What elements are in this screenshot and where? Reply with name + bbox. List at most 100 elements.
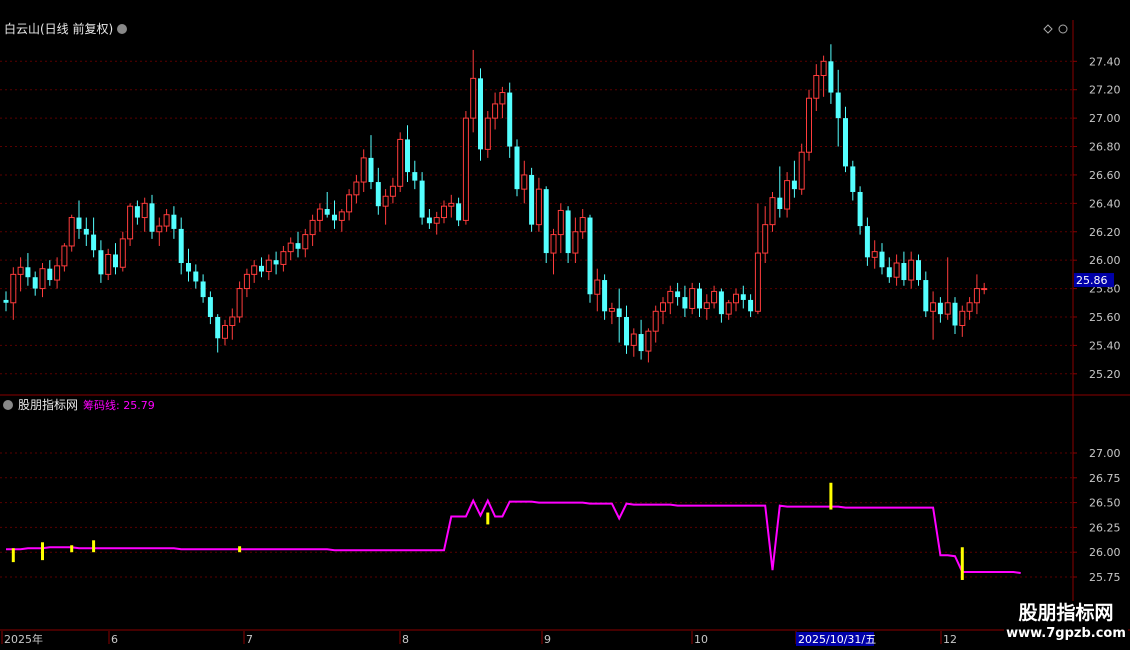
candle-body-down[interactable] xyxy=(83,228,89,235)
candle-body-up[interactable] xyxy=(689,288,696,309)
candle-body-down[interactable] xyxy=(952,302,958,326)
candle-body-down[interactable] xyxy=(215,316,221,339)
candle-body-down[interactable] xyxy=(791,180,797,190)
candle-body-up[interactable] xyxy=(360,157,367,183)
candle-body-up[interactable] xyxy=(652,310,659,332)
candle-body-up[interactable] xyxy=(813,75,820,99)
candle-body-up[interactable] xyxy=(769,197,776,226)
candle-body-down[interactable] xyxy=(412,172,418,181)
candle-body-up[interactable] xyxy=(667,290,674,304)
candle-body-down[interactable] xyxy=(864,226,870,258)
candle-body-up[interactable] xyxy=(127,205,134,240)
candle-body-up[interactable] xyxy=(346,194,353,213)
candle-body-up[interactable] xyxy=(265,259,272,273)
candle-body-up[interactable] xyxy=(470,77,477,119)
candle-body-up[interactable] xyxy=(222,325,228,339)
candle-body-down[interactable] xyxy=(113,254,118,268)
candle-body-down[interactable] xyxy=(98,250,104,275)
candle-body-up[interactable] xyxy=(353,181,360,196)
candle-body-down[interactable] xyxy=(368,157,374,183)
candle-body-down[interactable] xyxy=(273,260,279,265)
candle-body-up[interactable] xyxy=(871,251,878,258)
candle-body-up[interactable] xyxy=(893,262,900,278)
candle-body-down[interactable] xyxy=(937,302,943,315)
candle-body-up[interactable] xyxy=(645,330,652,352)
candle-body-up[interactable] xyxy=(68,217,75,247)
candle-body-down[interactable] xyxy=(879,251,885,268)
candle-body-up[interactable] xyxy=(433,217,440,224)
candle-body-down[interactable] xyxy=(149,203,155,232)
candle-body-down[interactable] xyxy=(740,294,746,300)
candle-body-up[interactable] xyxy=(302,234,309,250)
candle-body-up[interactable] xyxy=(229,316,236,327)
candle-body-down[interactable] xyxy=(529,174,535,225)
candle-body-down[interactable] xyxy=(186,263,191,272)
candle-body-down[interactable] xyxy=(850,166,856,192)
candle-body-down[interactable] xyxy=(923,280,929,312)
candle-body-up[interactable] xyxy=(338,211,345,221)
candle-body-up[interactable] xyxy=(572,231,579,254)
candle-body-down[interactable] xyxy=(375,182,381,207)
candle-body-up[interactable] xyxy=(441,205,447,219)
candle-body-up[interactable] xyxy=(39,268,46,290)
candle-body-down[interactable] xyxy=(456,203,462,221)
candle-body-down[interactable] xyxy=(507,92,513,147)
candle-body-down[interactable] xyxy=(47,268,53,281)
candle-body-up[interactable] xyxy=(382,195,389,207)
candle-body-up[interactable] xyxy=(141,202,148,219)
candle-body-up[interactable] xyxy=(798,151,805,190)
candle-body-up[interactable] xyxy=(820,60,827,77)
candle-body-up[interactable] xyxy=(251,265,258,275)
candle-body-down[interactable] xyxy=(675,291,681,298)
candle-body-down[interactable] xyxy=(207,297,213,317)
candle-body-up[interactable] xyxy=(608,307,615,312)
candle-body-up[interactable] xyxy=(535,188,542,226)
candle-body-down[interactable] xyxy=(514,146,520,190)
candle-body-down[interactable] xyxy=(835,92,841,119)
candle-body-down[interactable] xyxy=(193,271,199,282)
chevron-down-icon[interactable] xyxy=(117,24,127,34)
candle-body-up[interactable] xyxy=(557,209,564,236)
candle-body-down[interactable] xyxy=(565,210,571,254)
candle-body-up[interactable] xyxy=(594,279,601,295)
candle-body-up[interactable] xyxy=(61,245,68,267)
candle-body-down[interactable] xyxy=(332,214,337,221)
candle-body-up[interactable] xyxy=(521,174,528,190)
candle-body-up[interactable] xyxy=(784,180,791,210)
candle-body-down[interactable] xyxy=(624,316,629,346)
candle-body-up[interactable] xyxy=(630,333,637,346)
candle-body-up[interactable] xyxy=(711,290,718,304)
candle-body-down[interactable] xyxy=(697,288,702,309)
candle-body-up[interactable] xyxy=(54,265,61,281)
candle-body-down[interactable] xyxy=(843,118,848,167)
candle-body-down[interactable] xyxy=(777,197,783,210)
candle-body-up[interactable] xyxy=(579,217,586,233)
candle-body-down[interactable] xyxy=(602,280,608,312)
candle-body-up[interactable] xyxy=(944,302,951,315)
candle-body-down[interactable] xyxy=(901,263,907,281)
candle-body-up[interactable] xyxy=(105,253,112,275)
candle-body-up[interactable] xyxy=(660,302,666,312)
candle-body-down[interactable] xyxy=(178,228,184,264)
candle-body-down[interactable] xyxy=(916,260,921,281)
candle-body-down[interactable] xyxy=(857,191,863,227)
candle-body-down[interactable] xyxy=(134,206,140,218)
candle-body-down[interactable] xyxy=(828,61,834,93)
candle-body-down[interactable] xyxy=(419,180,425,218)
candle-body-up[interactable] xyxy=(397,138,404,187)
candle-body-down[interactable] xyxy=(91,234,97,251)
candle-body-up[interactable] xyxy=(550,234,557,254)
candle-body-up[interactable] xyxy=(754,252,761,312)
candle-body-up[interactable] xyxy=(316,208,323,221)
candle-body-up[interactable] xyxy=(156,225,163,233)
candle-body-up[interactable] xyxy=(236,288,243,318)
candle-body-up[interactable] xyxy=(462,117,469,221)
candle-body-up[interactable] xyxy=(806,97,812,153)
candle-body-up[interactable] xyxy=(981,288,988,291)
candle-body-up[interactable] xyxy=(119,238,126,268)
candle-body-down[interactable] xyxy=(718,291,724,315)
candle-body-up[interactable] xyxy=(908,259,915,281)
candle-body-down[interactable] xyxy=(543,189,549,254)
candle-body-up[interactable] xyxy=(725,302,732,315)
candle-body-up[interactable] xyxy=(930,302,937,312)
